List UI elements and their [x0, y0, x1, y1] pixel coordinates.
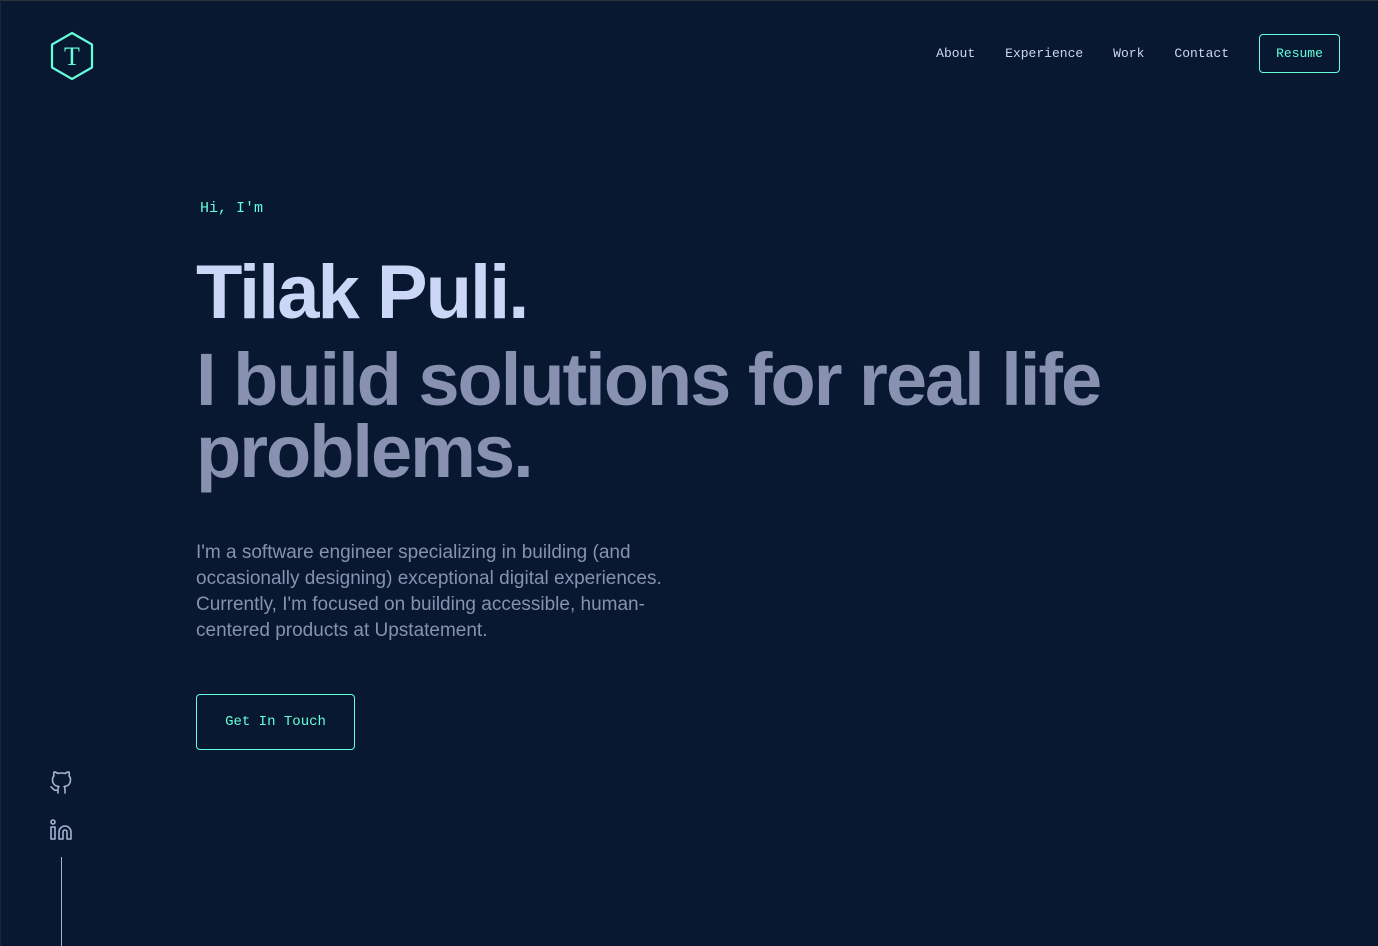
nav-about-link[interactable]: About — [936, 46, 975, 61]
hero-greeting: Hi, I'm — [200, 200, 264, 217]
hero-tagline: I build solutions for real life problems… — [196, 338, 1102, 493]
social-links — [49, 771, 73, 865]
get-in-touch-button[interactable]: Get In Touch — [196, 694, 355, 750]
nav-experience-link[interactable]: Experience — [1005, 46, 1083, 61]
nav-contact-link[interactable]: Contact — [1174, 46, 1229, 61]
hero-name: Tilak Puli. — [196, 250, 529, 335]
hexagon-logo-icon[interactable]: T — [49, 31, 95, 81]
main-nav: About Experience Work Contact Resume — [936, 34, 1340, 73]
hero-bio: I'm a software engineer specializing in … — [196, 542, 662, 641]
social-divider-line — [61, 857, 62, 946]
logo-letter: T — [64, 42, 80, 71]
nav-work-link[interactable]: Work — [1113, 46, 1144, 61]
linkedin-icon[interactable] — [49, 818, 73, 842]
github-icon[interactable] — [49, 771, 73, 795]
page-frame: T About Experience Work Contact Resume H… — [0, 0, 1378, 946]
resume-button[interactable]: Resume — [1259, 34, 1340, 73]
